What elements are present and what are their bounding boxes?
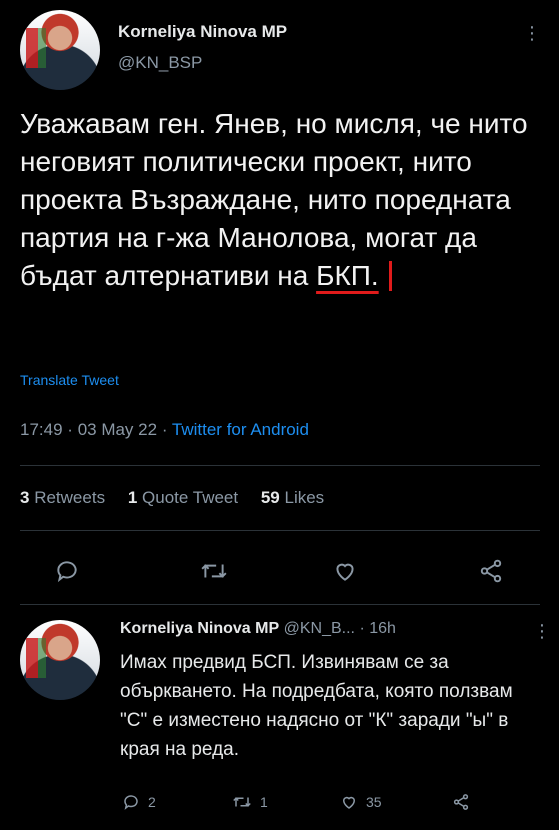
flag-stripe-green bbox=[38, 28, 46, 68]
tweet-text: Уважавам ген. Янев, но мисля, че нито не… bbox=[20, 105, 545, 295]
tweet-source-link[interactable]: Twitter for Android bbox=[172, 420, 309, 439]
retweet-icon bbox=[201, 564, 227, 578]
reply-text: Имах предвид БСП. Извинявам се за объркв… bbox=[120, 652, 513, 760]
quotes-count: 1 bbox=[127, 488, 138, 507]
annotation-marker bbox=[388, 261, 392, 291]
share-button[interactable] bbox=[478, 558, 504, 584]
like-icon bbox=[342, 796, 356, 809]
reply-icon bbox=[124, 795, 138, 810]
likes-label: Likes bbox=[284, 488, 325, 507]
reply-icon bbox=[57, 561, 77, 583]
reply-reply-button[interactable]: 2 bbox=[122, 793, 156, 811]
share-icon bbox=[453, 794, 469, 810]
retweet-icon bbox=[233, 797, 251, 807]
likes-count: 59 bbox=[260, 488, 280, 507]
reply-author-avatar[interactable] bbox=[20, 620, 100, 700]
author-name[interactable]: Korneliya Ninova MP bbox=[118, 22, 287, 42]
tweet-stats: 3 Retweets 1 Quote Tweet 59 Likes bbox=[20, 488, 324, 508]
retweets-count: 3 bbox=[20, 488, 30, 507]
reply-button[interactable] bbox=[54, 558, 80, 584]
retweets-stat[interactable]: 3 Retweets bbox=[20, 488, 105, 507]
separator: · bbox=[161, 420, 168, 439]
divider bbox=[20, 465, 540, 466]
share-icon bbox=[480, 559, 502, 583]
reply-age[interactable]: · 16h bbox=[359, 620, 395, 637]
reply-retweet-count: 1 bbox=[260, 794, 268, 810]
tweet-text-highlight: БКП. bbox=[316, 260, 379, 291]
author-handle[interactable]: @KN_BSP bbox=[118, 53, 202, 73]
tweet-timestamp: 17:49 · 03 May 22 · Twitter for Android bbox=[20, 420, 309, 440]
translate-tweet-link[interactable]: Translate Tweet bbox=[20, 372, 119, 388]
retweet-button[interactable] bbox=[200, 558, 228, 584]
retweets-label: Retweets bbox=[34, 488, 106, 507]
tweet-text-body: Уважавам ген. Янев, но мисля, че нито не… bbox=[20, 108, 528, 291]
likes-stat[interactable]: 59 Likes bbox=[261, 488, 324, 507]
flag-stripe-green bbox=[38, 638, 46, 678]
reply-reply-count: 2 bbox=[148, 794, 156, 810]
divider bbox=[20, 604, 540, 605]
separator: · bbox=[67, 420, 73, 439]
flag-stripe bbox=[26, 28, 38, 68]
more-options-icon[interactable]: ⋮ bbox=[523, 24, 541, 42]
flag-stripe bbox=[26, 638, 38, 678]
quotes-stat[interactable]: 1 Quote Tweet bbox=[128, 488, 238, 507]
reply-more-options-icon[interactable]: ⋮ bbox=[533, 622, 551, 640]
reply-author-name[interactable]: Korneliya Ninova MP bbox=[120, 620, 279, 637]
like-icon bbox=[336, 563, 354, 581]
reply-retweet-button[interactable]: 1 bbox=[232, 793, 268, 811]
quotes-label: Quote Tweet bbox=[142, 488, 239, 507]
like-button[interactable] bbox=[332, 558, 358, 584]
reply-header: Korneliya Ninova MP @KN_B... · 16h bbox=[120, 620, 396, 638]
author-avatar[interactable] bbox=[20, 10, 100, 90]
reply-share-button[interactable] bbox=[452, 793, 470, 811]
divider bbox=[20, 530, 540, 531]
reply-author-handle[interactable]: @KN_B... bbox=[284, 620, 355, 637]
tweet-time[interactable]: 17:49 bbox=[20, 420, 63, 439]
reply-like-count: 35 bbox=[366, 794, 382, 810]
reply-like-button[interactable]: 35 bbox=[340, 793, 382, 811]
tweet-date[interactable]: 03 May 22 bbox=[78, 420, 157, 439]
